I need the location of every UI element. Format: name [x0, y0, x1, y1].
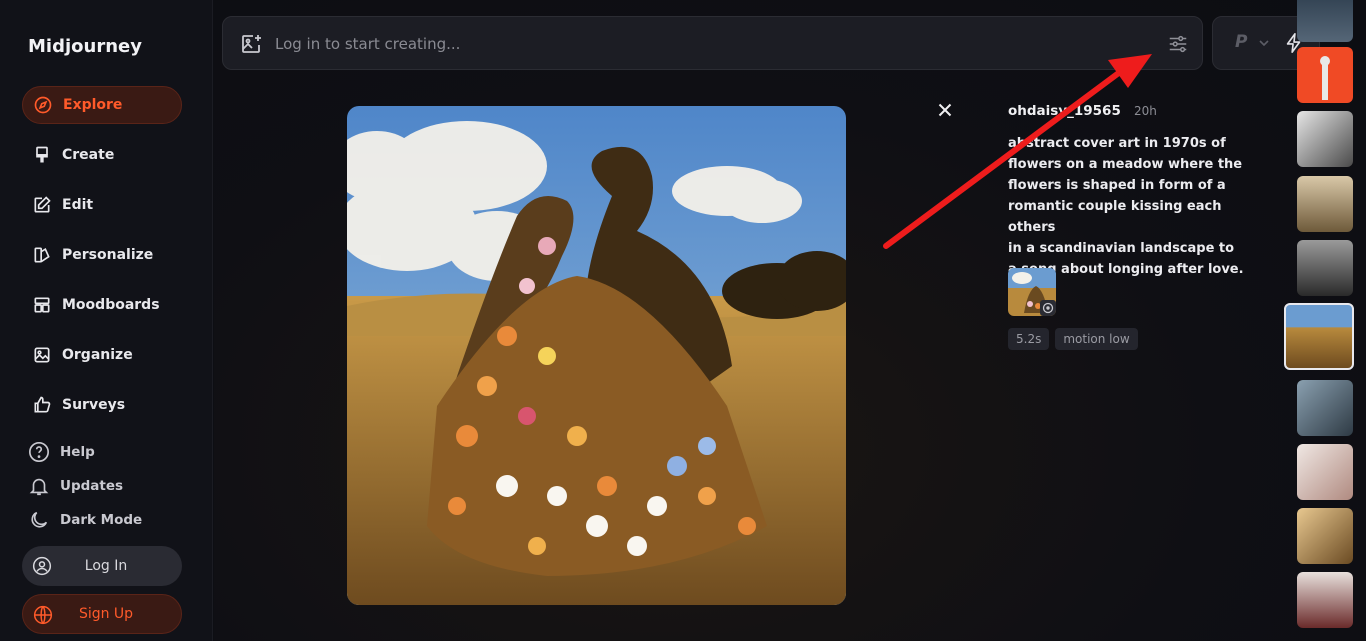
gallery-thumbnail[interactable]: [1297, 444, 1353, 500]
timestamp: 20h: [1133, 104, 1157, 118]
prompt-input[interactable]: [275, 31, 1115, 57]
add-image-icon[interactable]: [239, 32, 263, 56]
moon-icon: [31, 511, 48, 528]
couple-flowers-artwork: [347, 106, 846, 605]
sidebar-item-label: Personalize: [62, 247, 154, 263]
bell-icon: [29, 478, 49, 496]
sidebar-item-label: Surveys: [62, 397, 126, 413]
sidebar-item-label: Edit: [62, 197, 94, 213]
sidebar-item-surveys[interactable]: Surveys: [22, 386, 182, 424]
gallery-thumbnail[interactable]: [1297, 240, 1353, 296]
gallery-thumbnail[interactable]: [1297, 380, 1353, 436]
prompt-bar: [222, 16, 1203, 70]
sidebar-item-label: Explore: [63, 97, 123, 113]
thumbnail-image: [1320, 56, 1330, 100]
gallery-thumbnail[interactable]: [1297, 0, 1353, 42]
globe-icon: [33, 605, 53, 625]
user-icon: [32, 556, 52, 576]
thumbs-up-icon: [34, 396, 51, 413]
edit-icon: [34, 196, 51, 213]
sidebar: Midjourney Explore Create Edit Personali…: [0, 0, 213, 641]
generated-image[interactable]: [347, 106, 846, 605]
gallery-thumbnail[interactable]: [1297, 508, 1353, 564]
sidebar-item-edit[interactable]: Edit: [22, 186, 182, 224]
close-icon[interactable]: [934, 99, 956, 121]
tag-list: 5.2s motion low: [1008, 328, 1138, 350]
signup-button[interactable]: Sign Up: [22, 594, 182, 634]
gallery-thumbnail[interactable]: [1297, 572, 1353, 628]
image-icon: [34, 347, 50, 363]
tag-motion: motion low: [1055, 328, 1138, 350]
gallery-thumbnail-selected[interactable]: [1284, 303, 1354, 370]
image-details: ohdaisy_19565 20h abstract cover art in …: [1008, 100, 1268, 350]
sidebar-item-explore[interactable]: Explore: [22, 86, 182, 124]
sidebar-item-organize[interactable]: Organize: [22, 336, 182, 374]
sidebar-item-label: Moodboards: [62, 297, 160, 313]
sidebar-item-dark-mode[interactable]: Dark Mode: [28, 509, 142, 531]
reference-thumbnail[interactable]: [1008, 268, 1056, 316]
login-button[interactable]: Log In: [22, 546, 182, 586]
sidebar-item-moodboards[interactable]: Moodboards: [22, 286, 182, 324]
gallery-thumbnail[interactable]: [1297, 111, 1353, 167]
app-window: Midjourney Explore Create Edit Personali…: [0, 0, 1366, 641]
app-logo[interactable]: Midjourney: [28, 36, 142, 57]
tag-duration: 5.2s: [1008, 328, 1050, 350]
sidebar-item-label: Help: [60, 444, 95, 460]
sidebar-item-help[interactable]: Help: [28, 441, 95, 463]
compass-icon: [34, 96, 52, 114]
brush-icon: [36, 146, 48, 163]
gallery-thumbnail[interactable]: [1297, 47, 1353, 103]
prompt-text[interactable]: abstract cover art in 1970s of flowers o…: [1008, 133, 1268, 280]
sidebar-item-create[interactable]: Create: [22, 136, 182, 174]
help-icon: [29, 442, 49, 462]
sidebar-item-label: Create: [62, 147, 115, 163]
username[interactable]: ohdaisy_19565: [1008, 103, 1121, 119]
moodboard-icon: [34, 297, 50, 313]
gallery-thumbnail[interactable]: [1297, 176, 1353, 232]
thumbnail-image: [1008, 268, 1056, 316]
chevron-down-icon[interactable]: [1258, 37, 1270, 49]
sidebar-item-label: Dark Mode: [60, 512, 143, 528]
sliders-icon[interactable]: [1167, 33, 1189, 55]
sidebar-item-label: Organize: [62, 347, 133, 363]
personalize-icon: [34, 247, 50, 263]
sidebar-item-updates[interactable]: Updates: [28, 475, 123, 497]
personalize-mode-label[interactable]: P: [1235, 32, 1247, 52]
sidebar-item-label: Updates: [60, 478, 124, 494]
sidebar-item-personalize[interactable]: Personalize: [22, 236, 182, 274]
